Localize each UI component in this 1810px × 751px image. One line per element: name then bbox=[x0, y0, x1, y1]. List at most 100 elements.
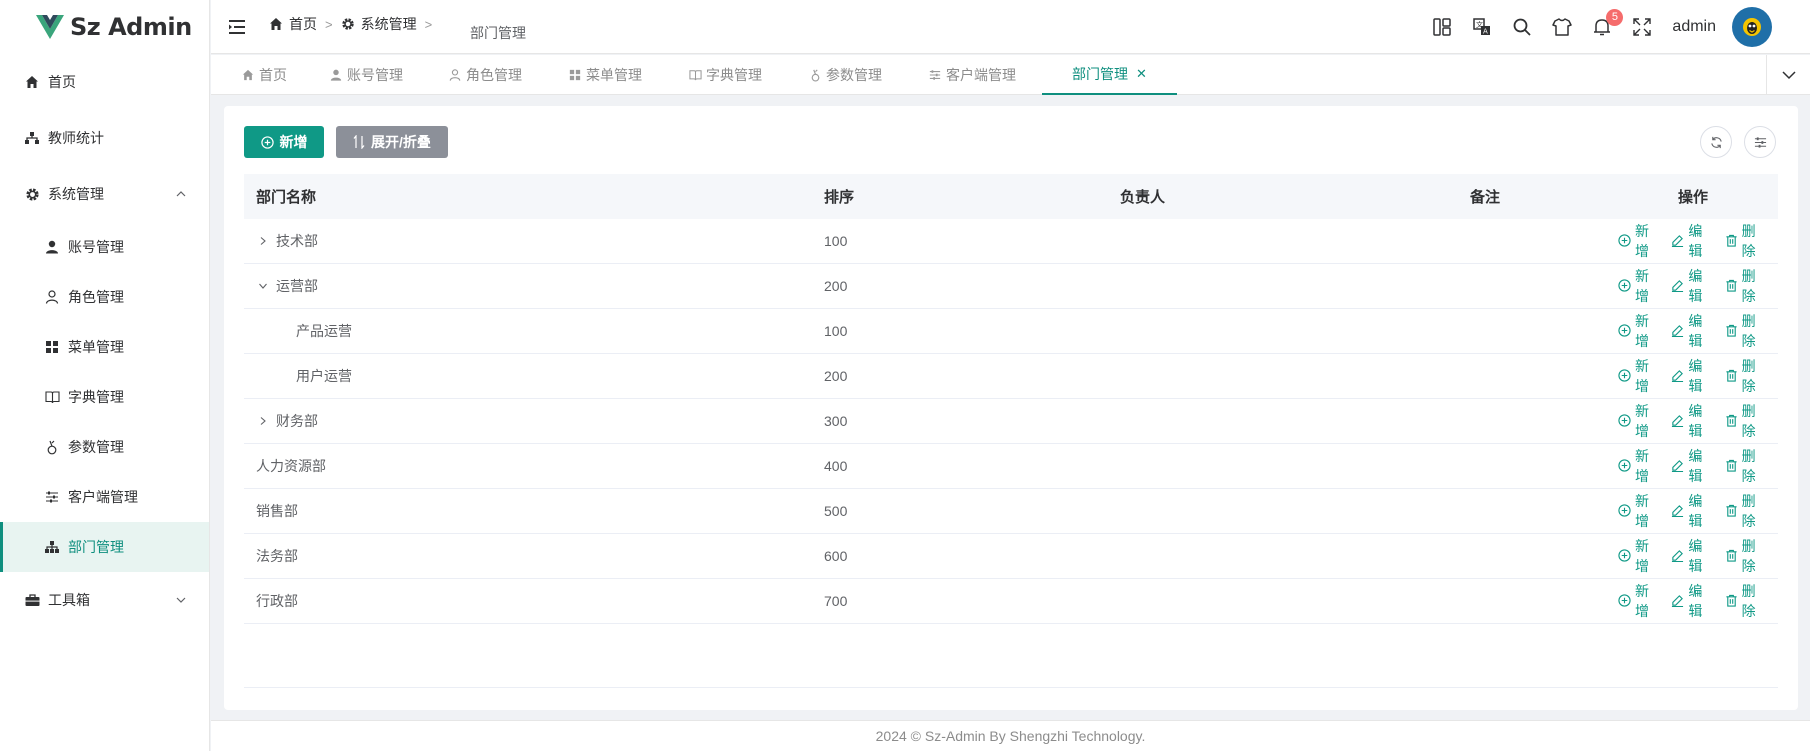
sidebar-item-dictionary[interactable]: 字典管理 bbox=[0, 372, 209, 422]
row-edit-button[interactable]: 编辑 bbox=[1671, 266, 1706, 306]
row-add-button[interactable]: 新增 bbox=[1618, 401, 1653, 441]
tabs-dropdown[interactable] bbox=[1766, 55, 1810, 95]
row-edit-button[interactable]: 编辑 bbox=[1671, 401, 1706, 441]
expand-chevron-right-icon[interactable] bbox=[256, 414, 270, 428]
user-solid-icon bbox=[44, 239, 60, 255]
search-icon[interactable] bbox=[1511, 16, 1533, 38]
row-edit-button[interactable]: 编辑 bbox=[1671, 446, 1706, 486]
plus-circle-icon bbox=[1618, 324, 1631, 338]
cell-sort: 200 bbox=[824, 368, 848, 384]
add-button[interactable]: 新增 bbox=[244, 126, 324, 158]
table-row: 人力资源部 400 新增 编辑 删除 bbox=[244, 444, 1778, 489]
cell-ops: 新增 编辑 删除 bbox=[1600, 311, 1778, 351]
avatar[interactable] bbox=[1732, 7, 1772, 47]
row-edit-button[interactable]: 编辑 bbox=[1671, 581, 1706, 621]
breadcrumb-home[interactable]: 首页 bbox=[269, 14, 317, 34]
row-add-button[interactable]: 新增 bbox=[1618, 356, 1653, 396]
tab-params[interactable]: 参数管理 bbox=[808, 55, 882, 95]
row-delete-button[interactable]: 删除 bbox=[1725, 221, 1760, 261]
breadcrumb: 首页 > 系统管理 > bbox=[269, 14, 440, 34]
row-edit-button[interactable]: 编辑 bbox=[1671, 536, 1706, 576]
sidebar-item-roles[interactable]: 角色管理 bbox=[0, 272, 209, 322]
sidebar-item-label: 工具箱 bbox=[48, 592, 90, 608]
row-delete-button[interactable]: 删除 bbox=[1725, 266, 1760, 306]
menu-collapse-icon[interactable] bbox=[227, 17, 247, 37]
row-delete-button[interactable]: 删除 bbox=[1725, 401, 1760, 441]
tab-menus[interactable]: 菜单管理 bbox=[568, 55, 642, 95]
refresh-button[interactable] bbox=[1700, 126, 1732, 158]
trash-icon bbox=[1725, 414, 1738, 428]
table-header: 部门名称 排序 负责人 备注 操作 bbox=[244, 174, 1778, 219]
toolbox-icon bbox=[24, 592, 40, 608]
row-add-label: 新增 bbox=[1635, 493, 1650, 529]
username[interactable]: admin bbox=[1672, 18, 1716, 36]
row-delete-button[interactable]: 删除 bbox=[1725, 536, 1760, 576]
row-add-label: 新增 bbox=[1635, 448, 1650, 484]
sidebar-item-label: 角色管理 bbox=[68, 289, 124, 305]
row-add-button[interactable]: 新增 bbox=[1618, 311, 1653, 351]
row-delete-button[interactable]: 删除 bbox=[1725, 491, 1760, 531]
logo[interactable]: Sz Admin bbox=[0, 0, 209, 54]
vue-logo-icon bbox=[36, 15, 64, 39]
fullscreen-icon[interactable] bbox=[1631, 16, 1653, 38]
header-ops: 操作 bbox=[1677, 189, 1708, 206]
sidebar-item-accounts[interactable]: 账号管理 bbox=[0, 222, 209, 272]
layout-icon[interactable] bbox=[1431, 16, 1453, 38]
close-icon[interactable]: ✕ bbox=[1136, 66, 1147, 82]
row-add-button[interactable]: 新增 bbox=[1618, 266, 1653, 306]
column-settings-button[interactable] bbox=[1744, 126, 1776, 158]
cell-name: 运营部 bbox=[244, 276, 812, 296]
cell-name: 人力资源部 bbox=[244, 456, 812, 476]
row-add-button[interactable]: 新增 bbox=[1618, 536, 1653, 576]
bell-icon[interactable]: 5 bbox=[1591, 9, 1624, 38]
row-delete-button[interactable]: 删除 bbox=[1725, 446, 1760, 486]
breadcrumb-label: 系统管理 bbox=[360, 16, 417, 32]
trash-icon bbox=[1725, 279, 1738, 293]
sidebar-item-clients[interactable]: 客户端管理 bbox=[0, 472, 209, 522]
row-add-button[interactable]: 新增 bbox=[1618, 221, 1653, 261]
tab-roles[interactable]: 角色管理 bbox=[448, 55, 522, 95]
row-delete-button[interactable]: 删除 bbox=[1725, 356, 1760, 396]
tab-accounts[interactable]: 账号管理 bbox=[329, 55, 403, 95]
tab-home[interactable]: 首页 bbox=[241, 55, 287, 95]
row-add-button[interactable]: 新增 bbox=[1618, 491, 1653, 531]
sidebar-item-home[interactable]: 首页 bbox=[0, 54, 209, 110]
tab-dictionary[interactable]: 字典管理 bbox=[688, 55, 762, 95]
tab-label: 账号管理 bbox=[347, 67, 403, 83]
sidebar-item-system[interactable]: 系统管理 bbox=[0, 166, 209, 222]
row-add-button[interactable]: 新增 bbox=[1618, 581, 1653, 621]
expand-chevron-right-icon[interactable] bbox=[256, 234, 270, 248]
notification-badge: 5 bbox=[1606, 9, 1624, 26]
sidebar-item-menus[interactable]: 菜单管理 bbox=[0, 322, 209, 372]
tab-clients[interactable]: 客户端管理 bbox=[928, 55, 1016, 95]
param-icon bbox=[44, 439, 60, 455]
row-add-button[interactable]: 新增 bbox=[1618, 446, 1653, 486]
sliders-icon bbox=[1754, 136, 1766, 148]
row-edit-button[interactable]: 编辑 bbox=[1671, 221, 1706, 261]
row-delete-button[interactable]: 删除 bbox=[1725, 311, 1760, 351]
edit-icon bbox=[1671, 504, 1684, 518]
plus-circle-icon bbox=[1618, 549, 1631, 563]
sidebar-item-toolbox[interactable]: 工具箱 bbox=[0, 572, 209, 628]
theme-shirt-icon[interactable] bbox=[1551, 16, 1573, 38]
gear-icon bbox=[24, 186, 40, 202]
sidebar-item-departments[interactable]: 部门管理 bbox=[0, 522, 209, 572]
department-name: 用户运营 bbox=[296, 368, 352, 384]
sidebar-item-params[interactable]: 参数管理 bbox=[0, 422, 209, 472]
breadcrumb-system[interactable]: 系统管理 bbox=[341, 14, 417, 34]
plus-circle-icon bbox=[1618, 234, 1631, 248]
row-edit-button[interactable]: 编辑 bbox=[1671, 311, 1706, 351]
row-edit-button[interactable]: 编辑 bbox=[1671, 356, 1706, 396]
collapse-chevron-down-icon[interactable] bbox=[256, 279, 270, 293]
row-delete-button[interactable]: 删除 bbox=[1725, 581, 1760, 621]
hierarchy-icon bbox=[24, 130, 40, 146]
svg-text:A: A bbox=[1483, 28, 1488, 36]
cell-sort: 200 bbox=[824, 278, 848, 294]
table-row: 法务部 600 新增 编辑 删除 bbox=[244, 534, 1778, 579]
translate-icon[interactable]: 文A bbox=[1471, 16, 1493, 38]
department-table: 部门名称 排序 负责人 备注 操作 技术部 100 新增 编辑 删除 运营部 200 新增 编辑… bbox=[244, 174, 1778, 624]
row-edit-button[interactable]: 编辑 bbox=[1671, 491, 1706, 531]
sidebar-item-teacher-stats[interactable]: 教师统计 bbox=[0, 110, 209, 166]
tab-departments[interactable]: 部门管理 ✕ bbox=[1042, 55, 1177, 95]
expand-collapse-button[interactable]: 展开/折叠 bbox=[336, 126, 448, 158]
